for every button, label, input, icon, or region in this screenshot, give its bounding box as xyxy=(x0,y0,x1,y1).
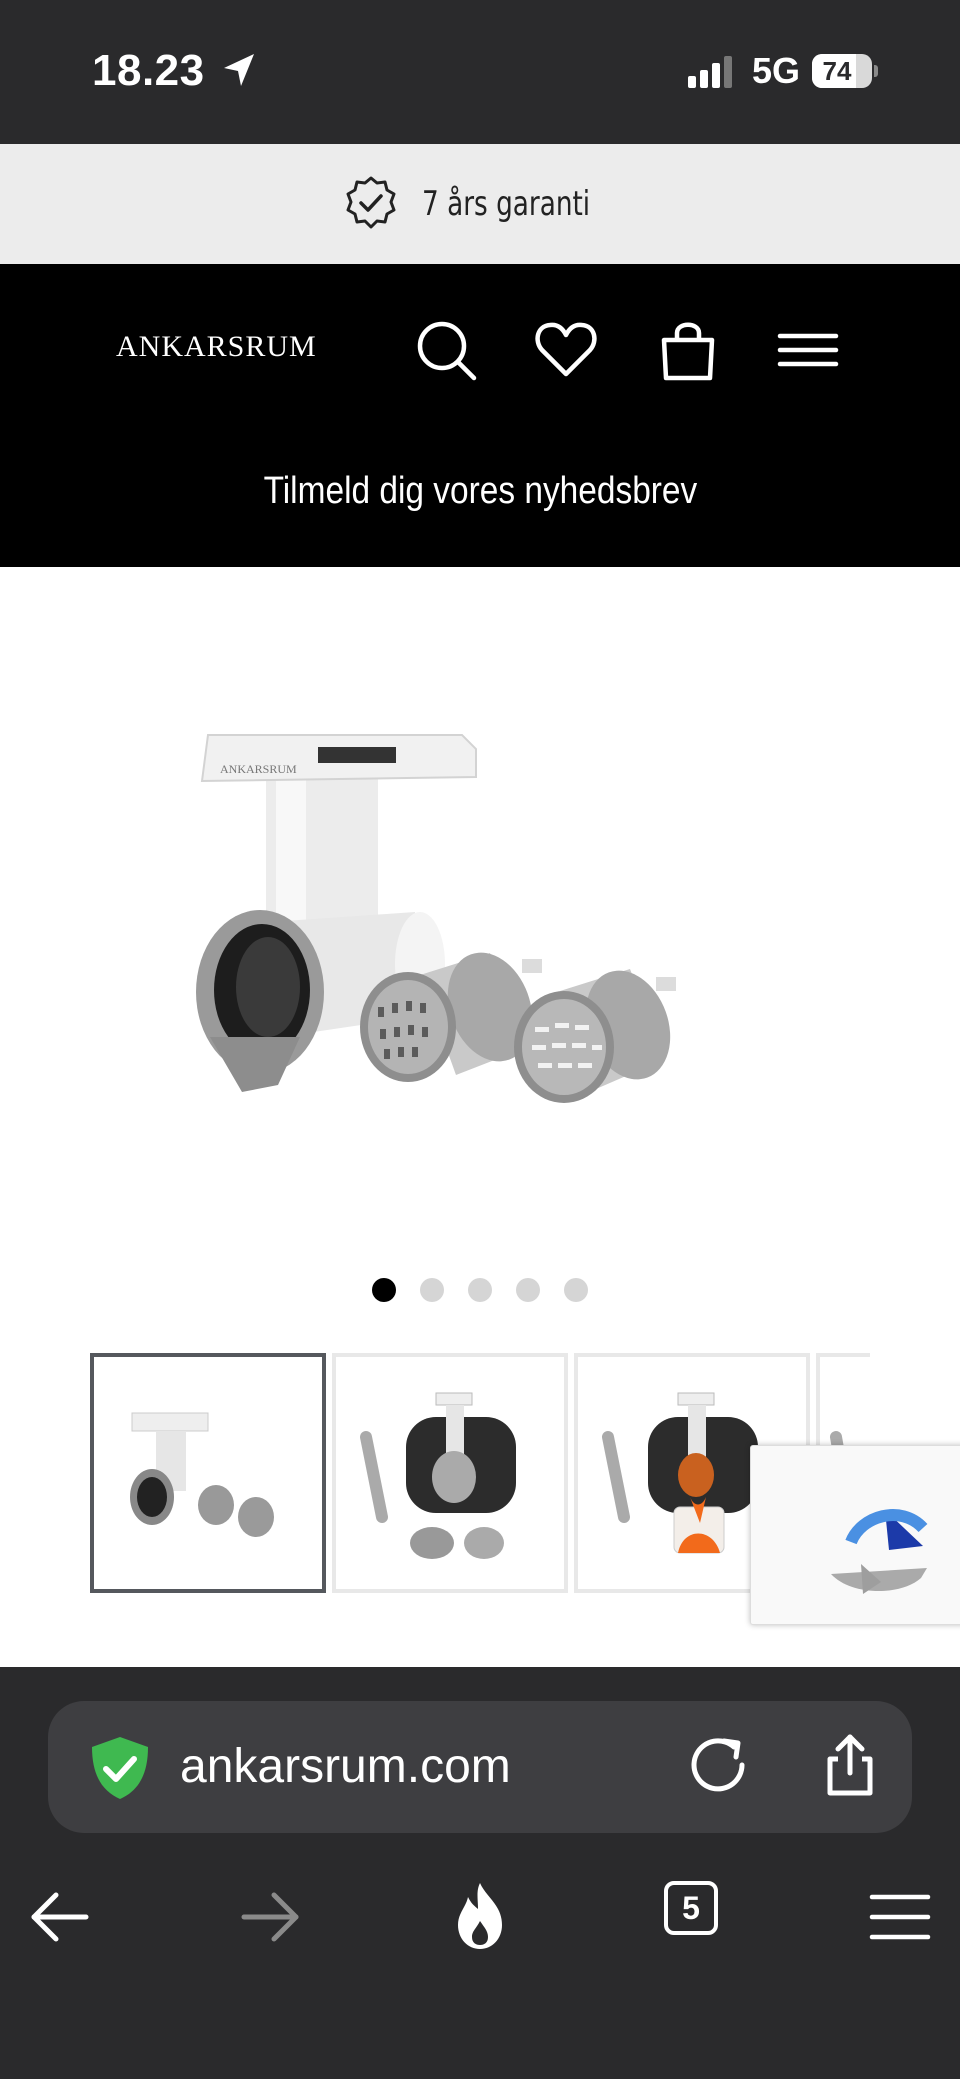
bag-icon[interactable] xyxy=(656,318,720,382)
search-icon[interactable] xyxy=(414,318,478,382)
back-icon[interactable] xyxy=(22,1879,98,1955)
url-text: ankarsrum.com xyxy=(180,1740,511,1793)
carousel-dot-5[interactable] xyxy=(564,1278,588,1302)
carousel-dot-1[interactable] xyxy=(372,1278,396,1302)
heart-icon[interactable] xyxy=(534,318,598,382)
thumbnail-2[interactable] xyxy=(332,1353,568,1593)
ankarsrum-logo[interactable]: ANKARSRUM xyxy=(116,330,317,364)
fire-icon[interactable] xyxy=(442,1879,518,1955)
product-gallery: ANKARSRUM xyxy=(0,567,960,1667)
carousel-dot-2[interactable] xyxy=(420,1278,444,1302)
status-bar: 18.23 5G 74 xyxy=(0,0,960,144)
carousel-dots xyxy=(0,1278,960,1302)
badge-check-icon xyxy=(346,176,396,229)
browser-chrome: ankarsrum.com 5 xyxy=(0,1667,960,2079)
reload-icon[interactable] xyxy=(682,1729,754,1801)
site-header: ANKARSRUM Tilmeld dig vores nyhedsbrev xyxy=(0,264,960,567)
product-image[interactable]: ANKARSRUM xyxy=(150,707,790,1227)
network-type: 5G xyxy=(752,50,801,91)
tab-count: 5 xyxy=(682,1890,700,1926)
secure-shield-icon xyxy=(92,1737,148,1799)
thumbnail-1[interactable] xyxy=(90,1353,326,1593)
guarantee-text: 7 års garanti xyxy=(422,184,591,224)
location-arrow-icon xyxy=(224,54,254,86)
newsletter-text: Tilmeld dig vores nyhedsbrev xyxy=(263,470,697,512)
carousel-dot-3[interactable] xyxy=(468,1278,492,1302)
status-time: 18.23 xyxy=(92,46,205,95)
battery-icon: 74 xyxy=(812,54,878,88)
recaptcha-icon xyxy=(831,1509,928,1594)
share-icon[interactable] xyxy=(814,1729,886,1801)
product-image-brand: ANKARSRUM xyxy=(220,762,297,776)
forward-icon[interactable] xyxy=(232,1879,308,1955)
battery-level: 74 xyxy=(822,56,852,86)
signal-icon xyxy=(688,56,732,88)
newsletter-signup-link[interactable]: Tilmeld dig vores nyhedsbrev xyxy=(0,470,960,513)
browser-menu-icon[interactable] xyxy=(862,1879,938,1955)
recaptcha-badge[interactable] xyxy=(750,1445,960,1625)
carousel-dot-4[interactable] xyxy=(516,1278,540,1302)
menu-icon[interactable] xyxy=(776,318,840,382)
address-bar[interactable]: ankarsrum.com xyxy=(48,1701,912,1833)
tabs-button[interactable]: 5 xyxy=(664,1881,718,1935)
guarantee-banner: 7 års garanti xyxy=(0,144,960,264)
